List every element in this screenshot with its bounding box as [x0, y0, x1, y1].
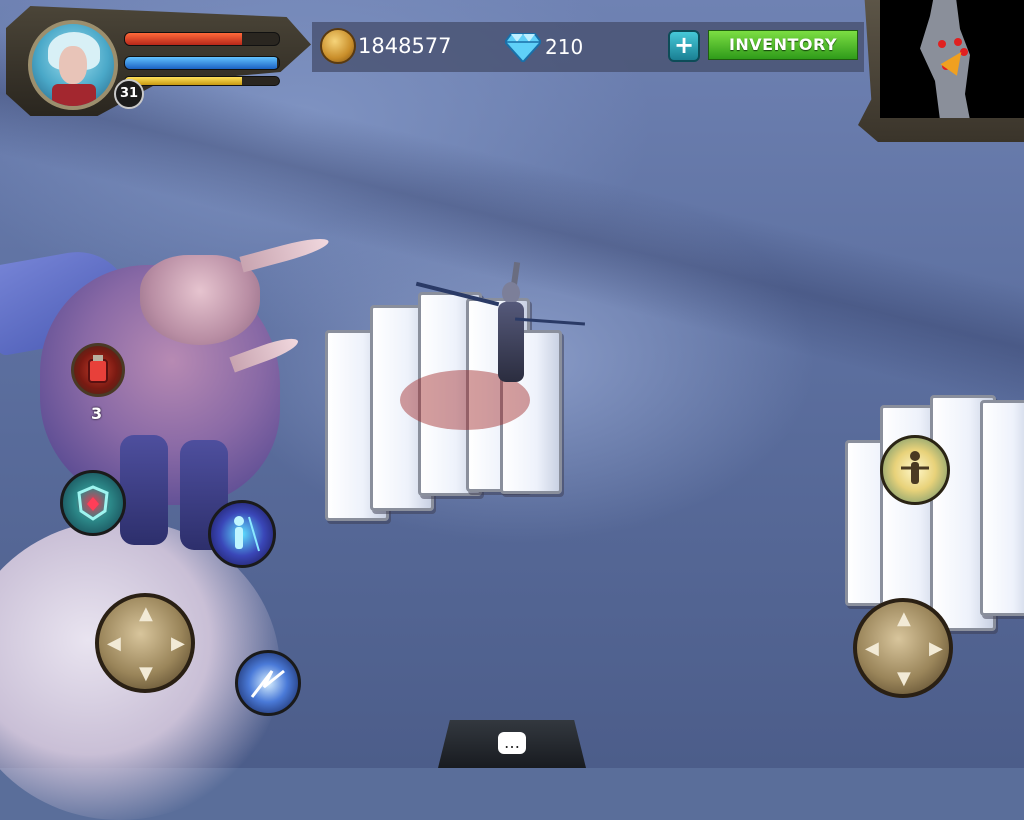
monster-leg: [120, 435, 168, 545]
shield-skill-icon: [77, 485, 109, 521]
diamond-icon: [505, 33, 541, 62]
portrait-face: [59, 46, 87, 84]
dpad-up-icon: ▲: [139, 603, 153, 624]
inventory-button[interactable]: INVENTORY: [708, 30, 858, 60]
player-character[interactable]: [415, 261, 586, 402]
lightning-skill-button[interactable]: [235, 650, 301, 716]
monster-horn: [239, 233, 331, 273]
health-bar-fill: [125, 33, 243, 45]
lightning-skill-icon: [250, 669, 285, 698]
dpad-down-icon: ▼: [139, 663, 153, 684]
hero-head: [502, 282, 520, 304]
health-bar: [124, 32, 280, 46]
player-portrait[interactable]: [28, 20, 118, 110]
mana-bar: [124, 56, 280, 70]
add-currency-button[interactable]: +: [668, 30, 700, 62]
heal-skill-icon: [901, 451, 929, 484]
player-level-badge: 31: [114, 79, 144, 109]
player-status-panel: 31: [6, 6, 311, 116]
dpad-up-icon: ▲: [897, 608, 911, 629]
hero-body: [498, 302, 524, 382]
plank: [980, 400, 1024, 616]
potion-count: 3: [91, 404, 103, 423]
teleport-skill-icon: [234, 516, 260, 552]
movement-dpad-left[interactable]: ▲ ▼ ◀ ▶: [95, 593, 195, 693]
heal-skill-button[interactable]: [880, 435, 950, 505]
teleport-skill-button[interactable]: [208, 500, 276, 568]
red-potion-icon: [88, 355, 108, 383]
shield-skill-button[interactable]: [60, 470, 126, 536]
experience-bar-fill: [125, 77, 243, 85]
chat-button[interactable]: …: [438, 720, 586, 768]
health-potion-button[interactable]: [71, 343, 125, 397]
dpad-right-icon: ▶: [929, 638, 943, 659]
speech-bubble-icon: …: [498, 732, 526, 754]
experience-bar: [124, 76, 280, 86]
mana-bar-fill: [125, 57, 278, 69]
dpad-left-icon: ◀: [107, 633, 121, 654]
dpad-left-icon: ◀: [865, 638, 879, 659]
dpad-down-icon: ▼: [897, 668, 911, 689]
movement-dpad-right[interactable]: ▲ ▼ ◀ ▶: [853, 598, 953, 698]
minimap-enemy-marker: [954, 38, 962, 46]
minimap-enemy-marker: [938, 40, 946, 48]
gold-coin-icon: [320, 28, 356, 64]
gold-amount: 1848577: [358, 34, 452, 58]
dpad-right-icon: ▶: [171, 633, 185, 654]
gem-amount: 210: [545, 35, 584, 59]
hero-blade: [514, 317, 586, 326]
portrait-collar: [52, 84, 96, 106]
horned-beast-enemy[interactable]: [0, 233, 331, 565]
